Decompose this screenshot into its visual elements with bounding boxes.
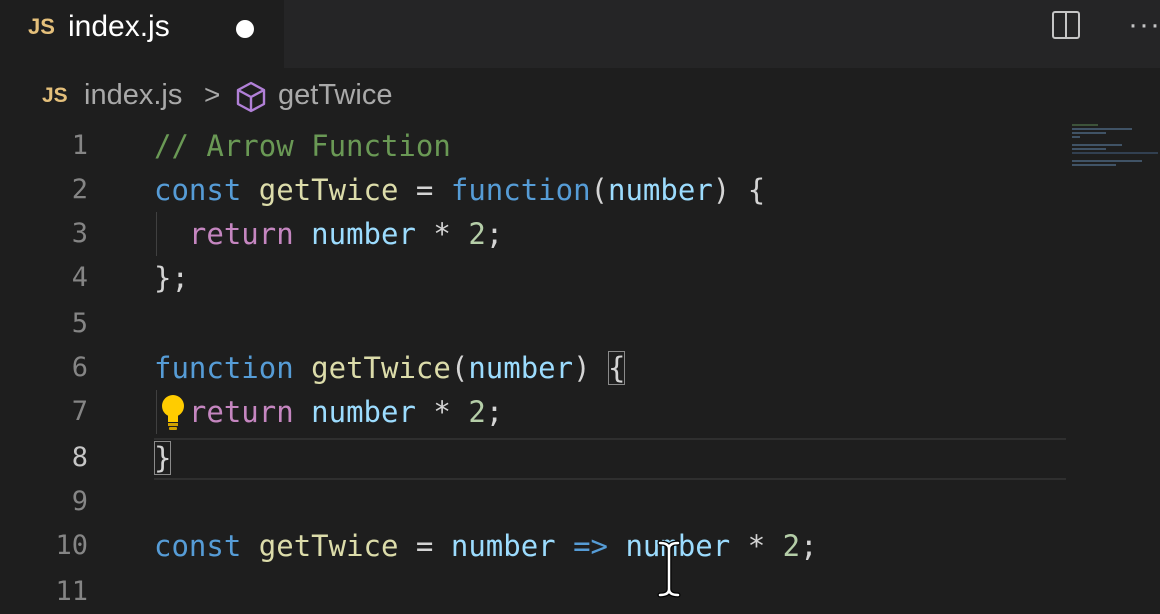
punctuation-token: ) { [712, 173, 766, 207]
unsaved-dot-icon[interactable] [236, 20, 254, 38]
operator-token: = [398, 173, 451, 207]
breadcrumb-file[interactable]: index.js [84, 79, 182, 112]
keyword-token: function [154, 351, 294, 385]
split-editor-icon[interactable] [1052, 11, 1080, 39]
number-token: 2 [782, 529, 801, 563]
js-file-icon: JS [28, 14, 55, 39]
breadcrumb: JS index.js > getTwice [0, 68, 1160, 124]
text-cursor-icon [657, 540, 681, 598]
minimap[interactable] [1072, 124, 1160, 174]
param-token: number [608, 173, 713, 207]
line-number: 2 [71, 174, 88, 205]
js-file-icon: JS [42, 84, 68, 107]
code-text: } [154, 436, 172, 480]
line-number: 1 [71, 130, 88, 161]
code-text: return number * 2; [154, 390, 503, 434]
line-number: 11 [55, 576, 88, 607]
variable-token: number [311, 395, 416, 429]
symbol-cube-icon [236, 81, 266, 113]
control-keyword-token: return [188, 217, 294, 251]
line-number: 10 [55, 530, 88, 561]
matched-bracket: } [154, 441, 172, 475]
minimap-line [1072, 160, 1142, 162]
tab-index-js[interactable]: JS index.js [0, 0, 284, 68]
lightbulb-icon[interactable] [160, 394, 186, 432]
number-token: 2 [468, 217, 486, 251]
code-line-active[interactable]: 8 } [0, 436, 1160, 480]
tab-title: index.js [68, 10, 170, 43]
line-number: 3 [71, 218, 88, 249]
minimap-line [1072, 132, 1106, 134]
param-token: number [468, 351, 574, 385]
code-line[interactable]: 4 }; [0, 256, 1160, 300]
more-actions-icon[interactable]: ··· [1128, 8, 1160, 42]
breadcrumb-separator: > [204, 79, 221, 110]
minimap-line [1072, 128, 1132, 130]
minimap-line [1072, 164, 1116, 166]
code-line[interactable]: 1 // Arrow Function [0, 124, 1160, 168]
code-line[interactable]: 6 function getTwice(number) { [0, 346, 1160, 390]
code-line[interactable]: 9 [0, 480, 1160, 524]
code-line[interactable]: 2 const getTwice = function(number) { [0, 168, 1160, 212]
minimap-line [1072, 152, 1158, 154]
tab-bar: JS index.js ··· [0, 0, 1160, 68]
punctuation-token: ( [450, 351, 469, 385]
matched-bracket: { [608, 351, 626, 385]
keyword-token: const [154, 173, 242, 207]
code-text: const getTwice = number => number * 2; [154, 524, 818, 568]
keyword-token: function [450, 173, 591, 207]
comment-token: // Arrow Function [154, 129, 451, 163]
operator-token: = [398, 529, 451, 563]
arrow-token: => [555, 529, 626, 563]
code-line[interactable]: 11 [0, 570, 1160, 614]
punctuation-token: ; [485, 217, 504, 251]
code-text: return number * 2; [154, 212, 503, 256]
code-text: }; [154, 256, 189, 300]
variable-token: number [311, 217, 416, 251]
line-number: 7 [71, 396, 88, 427]
code-text: // Arrow Function [154, 124, 451, 168]
punctuation-token: ( [590, 173, 609, 207]
minimap-line [1072, 148, 1106, 150]
control-keyword-token: return [188, 395, 294, 429]
function-name-token: getTwice [258, 529, 399, 563]
line-number: 4 [71, 262, 88, 293]
line-number: 5 [71, 308, 88, 339]
line-number: 8 [71, 442, 88, 473]
line-number: 9 [71, 486, 88, 517]
code-text: const getTwice = function(number) { [154, 168, 765, 212]
punctuation-token: }; [154, 261, 189, 295]
minimap-line [1072, 136, 1080, 138]
breadcrumb-symbol[interactable]: getTwice [278, 79, 392, 112]
line-number: 6 [71, 352, 88, 383]
minimap-line [1072, 124, 1098, 126]
number-token: 2 [468, 395, 486, 429]
punctuation-token: ) [573, 351, 608, 385]
code-line[interactable]: 5 [0, 302, 1160, 346]
keyword-token: const [154, 529, 242, 563]
function-name-token: getTwice [311, 351, 451, 385]
code-line[interactable]: 3 return number * 2; [0, 212, 1160, 256]
function-name-token: getTwice [258, 173, 399, 207]
param-token: number [450, 529, 556, 563]
punctuation-token: ; [485, 395, 504, 429]
code-line[interactable]: 10 const getTwice = number => number * 2… [0, 524, 1160, 568]
punctuation-token: ; [800, 529, 818, 563]
operator-token: * [730, 529, 783, 563]
minimap-line [1072, 144, 1122, 146]
code-text: function getTwice(number) { [154, 346, 626, 390]
operator-token: * [415, 395, 469, 429]
code-editor[interactable]: 1 // Arrow Function 2 const getTwice = f… [0, 124, 1160, 607]
operator-token: * [415, 217, 469, 251]
